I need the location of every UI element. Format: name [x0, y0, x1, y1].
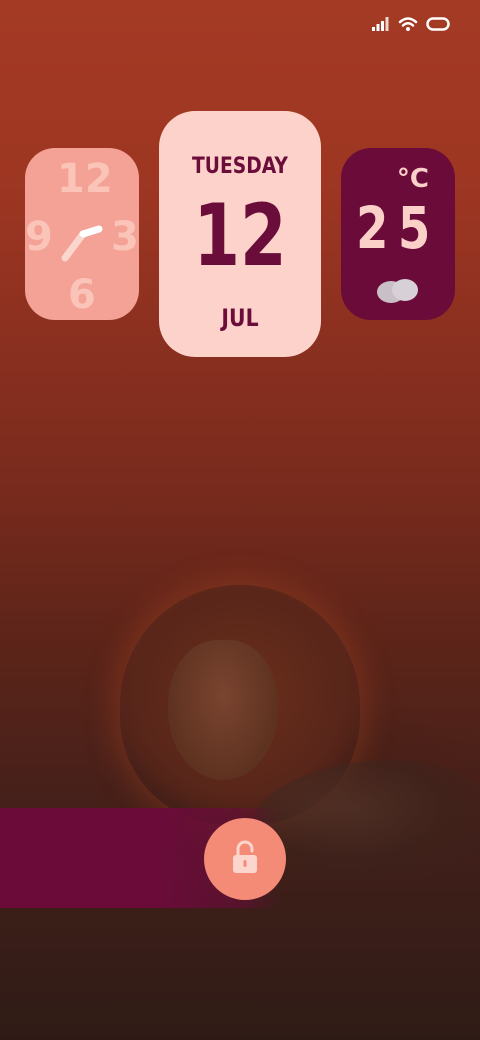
status-bar [372, 16, 450, 32]
unlock-button[interactable] [204, 818, 286, 900]
clock-hands [61, 225, 103, 262]
cloud-icon [375, 278, 419, 308]
signal-bars-icon [372, 17, 390, 31]
day-number: 12 [193, 186, 287, 286]
wifi-icon [398, 16, 418, 32]
weekday-label: TUESDAY [192, 154, 288, 179]
unlock-icon [231, 839, 259, 879]
month-label: JUL [221, 304, 259, 332]
lion-face [168, 640, 278, 780]
temperature-value: 25 [356, 194, 440, 262]
battery-icon [426, 17, 450, 31]
temperature-unit: °C [396, 164, 429, 194]
clock-widget[interactable]: 12 3 6 9 [25, 148, 139, 320]
weather-widget[interactable]: °C 25 [341, 148, 455, 320]
date-widget[interactable]: TUESDAY 12 JUL [159, 111, 321, 357]
